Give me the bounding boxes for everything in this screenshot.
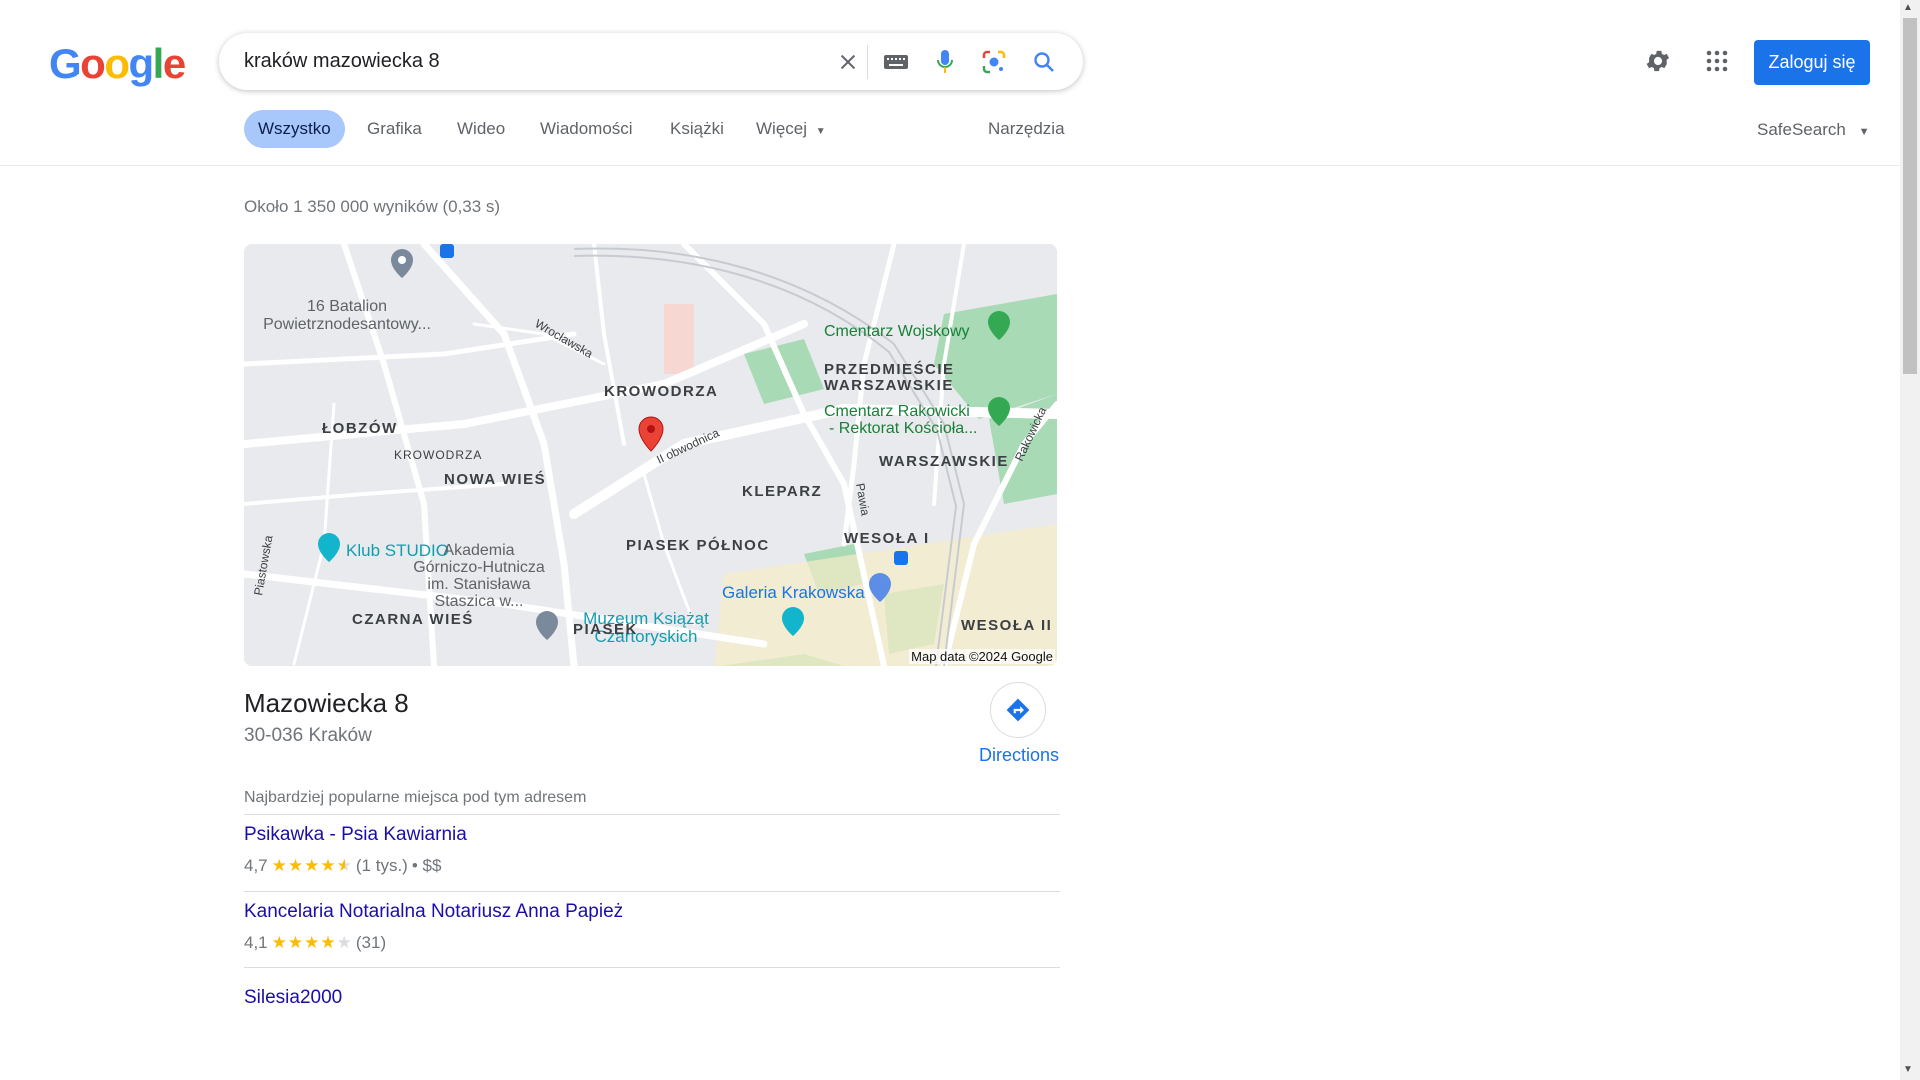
result-stats: Około 1 350 000 wyników (0,33 s) [244,197,501,216]
directions-icon [1006,698,1030,722]
map-label: im. Stanisława [427,576,530,593]
map-label: NOWA WIEŚ [444,470,546,488]
map-label: - Rektorat Kościoła... [829,420,978,437]
place-title: Mazowiecka 8 [244,688,409,718]
popular-place-link[interactable]: Psikawka - Psia Kawiarnia [244,824,467,846]
list-divider [244,891,1060,892]
map-label: Klub STUDIO [346,541,449,560]
mic-icon[interactable] [930,47,960,77]
header-divider [0,165,1900,166]
star-icon: ★ [271,856,287,875]
star-icon: ★ [304,933,320,952]
star-icon: ★ [304,856,320,875]
directions-button[interactable] [990,682,1046,738]
gear-icon[interactable] [1643,46,1673,76]
sign-in-button[interactable]: Zaloguj się [1754,40,1870,85]
caret-down-icon: ▼ [815,126,826,137]
map-label: WARSZAWSKIE [879,453,1009,470]
map-label: KLEPARZ [742,483,822,500]
tab-more[interactable]: Więcej ▼ [756,110,826,148]
map-label: Cmentarz Wojskowy [824,323,970,340]
star-rating: ★ ★ ★ ★ ★ [272,856,352,876]
map-label: PIASEK PÓŁNOC [626,536,770,554]
keyboard-icon[interactable] [881,47,911,77]
safesearch-label: SafeSearch [1757,120,1846,139]
place-address: 30-036 Kraków [244,725,372,746]
map-label: KROWODRZA [604,383,718,400]
price-level: • $$ [411,856,442,875]
star-icon: ★ [320,933,336,952]
rating-value: 4,7 [244,856,268,875]
tab-all[interactable]: Wszystko [244,110,345,148]
directions-label[interactable]: Directions [979,745,1059,766]
rating-value: 4,1 [244,933,268,952]
popular-place-meta: 4,1 ★ ★ ★ ★ ★ (31) [244,933,386,953]
map-label: WARSZAWSKIE [824,377,954,394]
scroll-up-arrow-icon[interactable]: ▲ [1903,2,1913,13]
tab-more-label: Więcej [756,119,808,138]
popular-place-link[interactable]: Kancelaria Notarialna Notariusz Anna Pap… [244,901,623,923]
map-label: 16 Batalion [307,298,387,315]
popular-place-meta: 4,7 ★ ★ ★ ★ ★ (1 tys.) • $$ [244,856,441,876]
tab-images[interactable]: Grafika [367,110,422,148]
map-label: KROWODRZA [394,448,482,462]
popular-place-link[interactable]: Silesia2000 [244,987,342,1009]
search-box[interactable]: kraków mazowiecka 8 [219,33,1083,90]
review-count: (31) [355,933,387,952]
star-icon: ★ [287,933,304,952]
map-label: PIASEK [573,621,638,638]
close-icon[interactable] [833,47,863,77]
map-label: Galeria Krakowska [722,583,865,602]
map-label: ŁOBZÓW [322,419,398,437]
star-half-icon: ★ [336,856,352,875]
popular-places-header: Najbardziej popularne miejsca pod tym ad… [244,789,587,806]
map-label: Powietrznodesantowy... [263,316,431,333]
star-empty-icon: ★ [336,933,352,952]
map[interactable]: 16 Batalion Powietrznodesantowy... Cment… [244,244,1057,666]
scroll-down-arrow-icon[interactable]: ▼ [1903,1064,1913,1075]
map-label: Górniczo-Hutnicza [413,559,545,576]
tab-videos[interactable]: Wideo [457,110,505,148]
tab-news[interactable]: Wiadomości [540,110,633,148]
star-icon: ★ [320,856,336,875]
map-label: PRZEDMIEŚCIE [824,360,955,378]
search-box-divider [867,45,868,79]
review-count: (1 tys.) [355,856,408,875]
scrollbar-thumb[interactable] [1903,18,1917,374]
star-icon: ★ [287,856,304,875]
caret-down-icon: ▼ [1858,126,1870,138]
star-icon: ★ [271,933,287,952]
map-label: CZARNA WIEŚ [352,610,474,628]
search-input[interactable]: kraków mazowiecka 8 [244,50,440,73]
tools-button[interactable]: Narzędzia [988,110,1065,148]
safesearch-button[interactable]: SafeSearch ▼ [1757,112,1869,148]
search-icon[interactable] [1029,47,1059,77]
map-label: Cmentarz Rakowicki [824,403,970,420]
list-divider [244,814,1060,815]
google-logo[interactable]: Google [49,40,186,88]
map-label: WESOŁA I [844,530,930,547]
map-label: WESOŁA II [961,617,1052,634]
apps-grid-icon[interactable] [1702,46,1732,76]
lens-icon[interactable] [979,47,1009,77]
map-label: Akademia [443,542,514,559]
map-credit: Map data ©2024 Google [909,649,1055,664]
star-rating: ★ ★ ★ ★ ★ [272,933,352,953]
list-divider [244,967,1060,968]
tab-books[interactable]: Książki [670,110,724,148]
map-label: Staszica w... [435,593,524,610]
